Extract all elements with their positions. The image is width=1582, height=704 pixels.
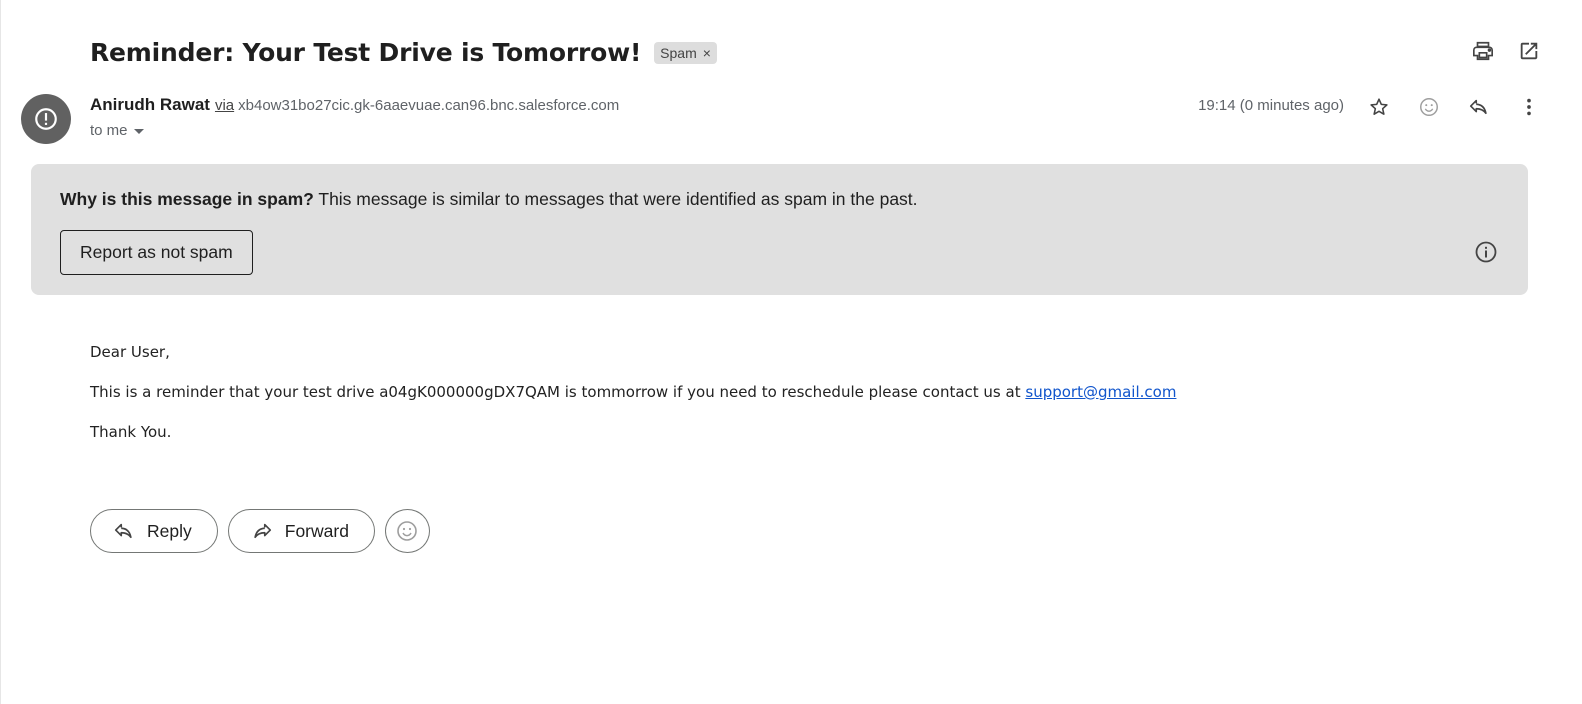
spam-question: Why is this message in spam? — [60, 189, 314, 209]
body-closing: Thank You. — [90, 423, 172, 441]
reply-icon[interactable] — [1466, 94, 1492, 120]
chevron-down-icon[interactable] — [133, 129, 144, 134]
emoji-reaction-icon — [397, 521, 418, 541]
email-subject: Reminder: Your Test Drive is Tomorrow! — [90, 37, 642, 67]
reply-button[interactable]: Reply — [90, 509, 218, 553]
email-body: Dear User, This is a reminder that your … — [90, 343, 1176, 463]
remove-label-icon[interactable]: × — [703, 45, 711, 61]
spam-reason: Why is this message in spam? This messag… — [60, 189, 918, 210]
reply-actions: Reply Forward — [90, 509, 430, 553]
reply-icon — [114, 523, 132, 539]
sender-avatar[interactable] — [21, 94, 71, 144]
report-not-spam-button[interactable]: Report as not spam — [60, 230, 253, 275]
support-email-link[interactable]: support@gmail.com — [1025, 383, 1176, 401]
spam-label-text: Spam — [660, 44, 697, 61]
open-in-new-window-icon[interactable] — [1516, 38, 1542, 64]
warning-icon — [35, 108, 57, 130]
recipient-line[interactable]: to me — [90, 122, 144, 139]
emoji-reaction-button[interactable] — [384, 509, 430, 553]
body-paragraph: This is a reminder that your test drive … — [90, 383, 1176, 402]
spam-explanation: This message is similar to messages that… — [313, 189, 918, 209]
body-line: This is a reminder that your test drive … — [90, 383, 1026, 401]
via-link[interactable]: via — [215, 97, 234, 114]
recipient-text: to me — [90, 122, 128, 139]
spam-label-chip[interactable]: Spam × — [654, 41, 717, 64]
spam-warning-banner: Why is this message in spam? This messag… — [31, 164, 1528, 295]
timestamp: 19:14 (0 minutes ago) — [1198, 97, 1344, 114]
subject-actions — [1470, 38, 1542, 64]
sender-line: Anirudh Rawat via xb4ow31bo27cic.gk-6aae… — [90, 95, 619, 115]
via-domain: xb4ow31bo27cic.gk-6aaevuae.can96.bnc.sal… — [238, 97, 620, 114]
sender-name[interactable]: Anirudh Rawat — [90, 95, 210, 115]
reply-label: Reply — [147, 520, 192, 541]
message-actions — [1366, 94, 1542, 120]
more-vert-icon[interactable] — [1516, 94, 1542, 120]
forward-icon — [254, 523, 271, 539]
forward-label: Forward — [284, 520, 349, 541]
subject-row: Reminder: Your Test Drive is Tomorrow! S… — [90, 34, 717, 70]
emoji-reaction-icon[interactable] — [1416, 94, 1442, 120]
forward-button[interactable]: Forward — [227, 509, 375, 553]
info-icon[interactable] — [1474, 240, 1498, 264]
star-icon[interactable] — [1366, 94, 1392, 120]
pane-border — [0, 0, 1, 704]
print-icon[interactable] — [1470, 38, 1496, 64]
body-greeting: Dear User, — [90, 343, 170, 361]
